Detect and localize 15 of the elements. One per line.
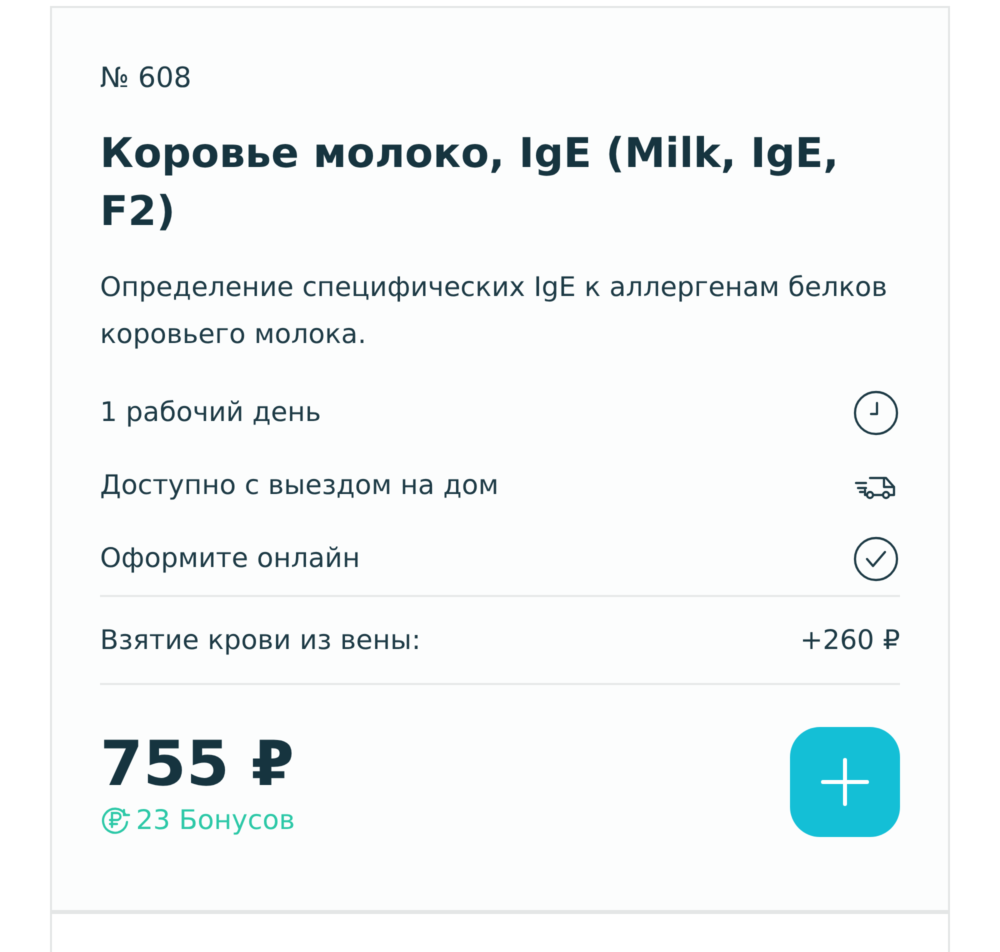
extra-service-price: +260 ₽ <box>800 624 900 656</box>
add-button[interactable] <box>790 727 900 837</box>
product-description: Определение специфических IgE к аллергенам белков коровьего молока. <box>100 271 888 352</box>
feature-label: 1 рабочий день <box>100 397 322 428</box>
clock-icon <box>852 388 900 436</box>
bonus-ruble-icon <box>100 805 130 835</box>
plus-icon <box>819 756 871 808</box>
check-icon <box>852 534 900 582</box>
feature-label: Оформите онлайн <box>100 543 360 574</box>
product-number: № 608 <box>100 60 192 96</box>
feature-label: Доступно с выездом на дом <box>100 470 499 501</box>
price: 755 ₽ <box>100 728 295 798</box>
product-title: Коровье молоко, IgE (Milk, IgE, F2) <box>100 128 840 237</box>
bonus-amount: 23 Бонусов <box>136 804 295 836</box>
extra-service-label: Взятие крови из вены: <box>100 624 421 656</box>
